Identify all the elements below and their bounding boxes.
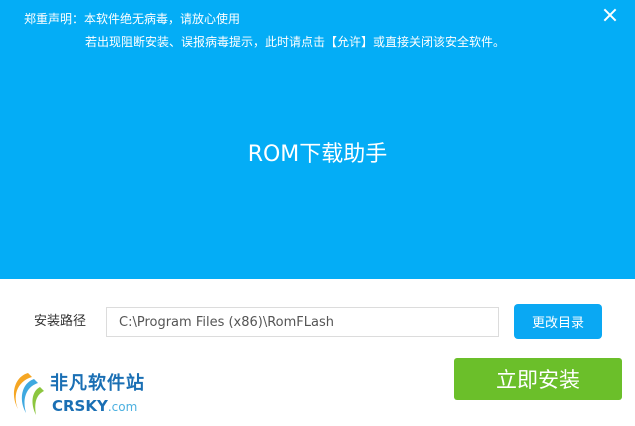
notice-line-2: 若出现阻断安装、误报病毒提示，此时请点击【允许】或直接关闭该安全软件。 xyxy=(85,35,506,49)
watermark-domain: .com xyxy=(107,400,138,414)
watermark-en-text: CRSKY.com xyxy=(52,397,137,416)
change-directory-button[interactable]: 更改目录 xyxy=(514,304,602,339)
close-icon[interactable] xyxy=(599,4,621,26)
install-path-label: 安装路径 xyxy=(34,314,87,329)
install-now-button[interactable]: 立即安装 xyxy=(454,358,622,400)
watermark-cn-text: 非凡软件站 xyxy=(50,373,145,394)
app-title: ROM下载助手 xyxy=(247,142,388,167)
header-banner: 郑重声明：本软件绝无病毒，请放心使用 若出现阻断安装、误报病毒提示，此时请点击【… xyxy=(0,0,635,279)
watermark-brand: CRSKY xyxy=(52,397,108,415)
watermark-logo: 非凡软件站 CRSKY.com xyxy=(0,363,160,426)
notice-line-1: 郑重声明：本软件绝无病毒，请放心使用 xyxy=(24,12,241,26)
install-path-input[interactable] xyxy=(106,307,499,337)
crsky-logo-icon xyxy=(13,373,44,415)
